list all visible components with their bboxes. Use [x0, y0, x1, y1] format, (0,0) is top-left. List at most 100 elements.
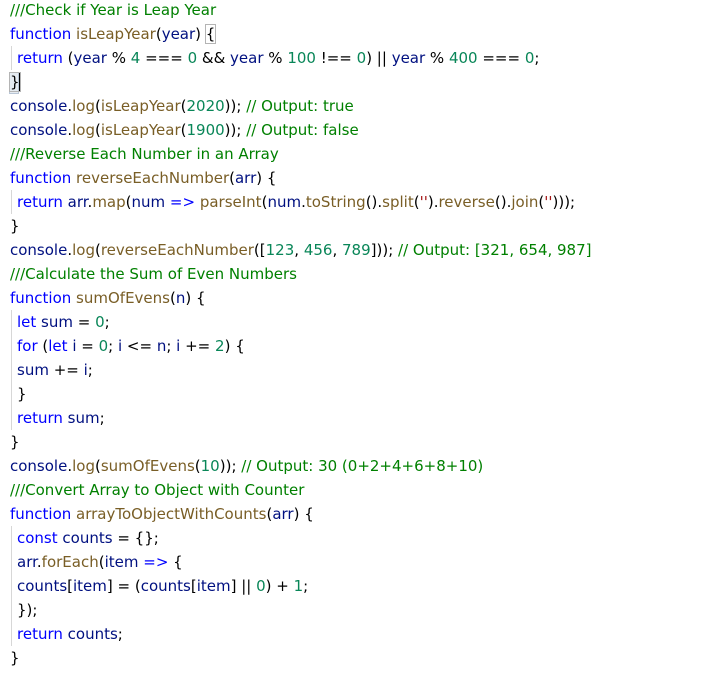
- code-editor[interactable]: ///Check if Year is Leap Year function is…: [0, 0, 721, 674]
- code-token-plain: ) {: [256, 169, 277, 187]
- code-line[interactable]: }: [10, 214, 20, 238]
- code-token-var: year: [391, 49, 426, 67]
- code-line[interactable]: function sumOfEvens(n) {: [10, 286, 206, 310]
- code-token-num: 789: [342, 241, 371, 259]
- code-line[interactable]: for (let i = 0; i <= n; i += 2) {: [11, 334, 245, 358]
- code-line[interactable]: }: [10, 430, 20, 454]
- code-token-num: 2020: [186, 97, 225, 115]
- code-line[interactable]: console.log(isLeapYear(2020)); // Output…: [10, 94, 354, 118]
- code-token-plain: ) {: [224, 337, 245, 355]
- code-token-var: console: [10, 241, 68, 259]
- code-token-comment: ///Check if Year is Leap Year: [10, 1, 217, 19]
- code-token-fn: reverseEachNumber: [76, 169, 230, 187]
- code-token-var: year: [73, 49, 107, 67]
- code-line[interactable]: function isLeapYear(year) {: [10, 22, 217, 46]
- code-token-comment: // Output: [321, 654, 987]: [398, 241, 592, 259]
- code-token-var: year: [161, 25, 196, 43]
- code-token-comment: // Output: true: [246, 97, 354, 115]
- code-token-fn: forEach: [41, 553, 99, 571]
- code-token-fn: split: [382, 193, 414, 211]
- code-token-keyword: let: [48, 337, 73, 355]
- code-line[interactable]: });: [11, 598, 37, 622]
- code-token-fn: log: [72, 241, 95, 259]
- code-token-keyword: for: [17, 337, 43, 355]
- code-token-fn: map: [92, 193, 126, 211]
- code-line[interactable]: function arrayToObjectWithCounts(arr) {: [10, 502, 314, 526]
- code-token-num: 4: [130, 49, 141, 67]
- code-token-var: num: [267, 193, 302, 211]
- code-line[interactable]: function reverseEachNumber(arr) {: [10, 166, 276, 190]
- code-token-plain: )));: [552, 193, 576, 211]
- code-line[interactable]: return (year % 4 === 0 && year % 100 !==…: [11, 46, 539, 70]
- code-token-keyword: =>: [138, 553, 174, 571]
- code-token-fn: toString: [305, 193, 366, 211]
- code-token-plain: = {};: [112, 529, 159, 547]
- code-token-plain: ;: [87, 361, 93, 379]
- code-token-comment: ///Convert Array to Object with Counter: [10, 481, 305, 499]
- code-token-plain: ));: [224, 121, 247, 139]
- code-token-var: n: [156, 337, 167, 355]
- code-token-plain: ));: [219, 457, 242, 475]
- code-token-var: arr: [272, 505, 294, 523]
- code-line[interactable]: return counts;: [11, 622, 123, 646]
- code-token-plain: ===: [477, 49, 525, 67]
- code-token-keyword: return: [17, 193, 68, 211]
- code-line[interactable]: sum += i;: [11, 358, 93, 382]
- code-line[interactable]: console.log(isLeapYear(1900)); // Output…: [10, 118, 359, 142]
- code-token-plain: ]));: [370, 241, 399, 259]
- code-line[interactable]: const counts = {};: [11, 526, 159, 550]
- code-line[interactable]: ///Check if Year is Leap Year: [10, 0, 216, 22]
- code-token-bracket: {: [204, 24, 217, 44]
- code-token-fn: arrayToObjectWithCounts: [76, 505, 267, 523]
- code-token-plain: +=: [48, 361, 84, 379]
- code-line[interactable]: }: [10, 646, 20, 670]
- code-line[interactable]: ///Reverse Each Number in an Array: [10, 142, 279, 166]
- code-token-fn: isLeapYear: [100, 97, 181, 115]
- code-line[interactable]: arr.forEach(item => {: [11, 550, 183, 574]
- code-line[interactable]: }: [11, 382, 27, 406]
- code-token-num: 456: [303, 241, 333, 259]
- code-token-keyword: function: [10, 169, 77, 187]
- code-line[interactable]: }: [9, 70, 21, 94]
- code-token-plain: ) ||: [366, 49, 392, 67]
- code-line[interactable]: console.log(reverseEachNumber([123, 456,…: [10, 238, 592, 262]
- code-token-var: item: [73, 577, 107, 595]
- code-token-keyword: function: [10, 25, 77, 43]
- code-token-comment: // Output: 30 (0+2+4+6+8+10): [241, 457, 484, 475]
- code-token-num: 1900: [186, 121, 225, 139]
- code-line[interactable]: console.log(sumOfEvens(10)); // Output: …: [10, 454, 483, 478]
- code-token-plain: ): [195, 25, 206, 43]
- code-token-plain: &&: [197, 49, 231, 67]
- code-token-comment: ///Calculate the Sum of Even Numbers: [10, 265, 297, 283]
- code-line[interactable]: ///Calculate the Sum of Even Numbers: [10, 262, 297, 286]
- code-token-bracket: }: [9, 72, 21, 92]
- code-token-plain: ===: [140, 49, 188, 67]
- code-token-fn: reverseEachNumber: [100, 241, 254, 259]
- code-token-plain: <=: [122, 337, 157, 355]
- code-token-var: arr: [234, 169, 257, 187]
- code-token-comment: // Output: false: [246, 121, 359, 139]
- code-token-fn: log: [72, 97, 95, 115]
- code-token-plain: +=: [180, 337, 216, 355]
- code-token-var: sum: [67, 409, 100, 427]
- code-line[interactable]: return sum;: [11, 406, 105, 430]
- code-line[interactable]: ///Convert Array to Object with Counter: [10, 478, 304, 502]
- code-token-num: 0: [95, 313, 105, 331]
- code-token-var: num: [131, 193, 166, 211]
- code-token-plain: ));: [224, 97, 247, 115]
- code-line[interactable]: return arr.map(num => parseInt(num.toStr…: [11, 190, 575, 214]
- code-token-plain: ) {: [293, 505, 314, 523]
- code-token-plain: }: [10, 217, 20, 235]
- code-token-num: 100: [287, 49, 316, 67]
- code-token-keyword: const: [17, 529, 63, 547]
- code-line[interactable]: counts[item] = (counts[item] || 0) + 1;: [11, 574, 308, 598]
- code-token-plain: =: [76, 337, 99, 355]
- code-token-var: arr: [17, 553, 37, 571]
- code-token-fn: log: [72, 457, 95, 475]
- code-token-var: sum: [17, 361, 49, 379]
- code-token-num: 400: [448, 49, 478, 67]
- code-token-var: item: [104, 553, 139, 571]
- code-token-var: counts: [67, 625, 118, 643]
- code-line[interactable]: let sum = 0;: [11, 310, 110, 334]
- code-token-plain: ] = (: [106, 577, 141, 595]
